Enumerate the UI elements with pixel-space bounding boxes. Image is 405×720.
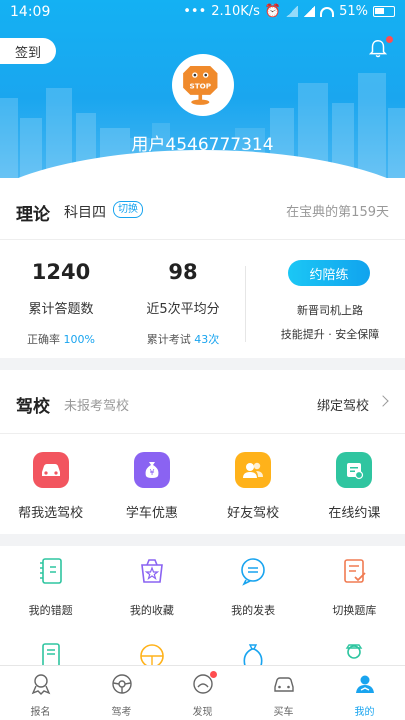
chat-icon bbox=[238, 556, 268, 586]
practice-tagline: 新晋司机上路 bbox=[297, 304, 363, 317]
svg-text:STOP: STOP bbox=[190, 82, 212, 91]
tool-favorites[interactable]: 我的收藏 bbox=[101, 556, 202, 618]
tools-card: 我的错题 我的收藏 我的发表 切换题库 bbox=[0, 546, 405, 669]
tab-label: 我的 bbox=[354, 707, 375, 718]
school-action-friends[interactable]: 好友驾校 bbox=[203, 452, 304, 521]
status-bar: 14:09 ••• 2.10K/s ⏰ 51% bbox=[0, 0, 405, 26]
money-bag-icon: ¥ bbox=[133, 452, 170, 488]
stat-sub: 正确率 100% bbox=[27, 333, 95, 346]
school-action-label: 在线约课 bbox=[328, 506, 381, 521]
tool-label: 我的发表 bbox=[231, 604, 276, 617]
stat-value: 98 bbox=[168, 260, 198, 284]
buy-car-icon bbox=[273, 677, 294, 692]
school-action-discount[interactable]: ¥ 学车优惠 bbox=[101, 452, 202, 521]
svg-text:¥: ¥ bbox=[149, 468, 154, 477]
alarm-icon: ⏰ bbox=[264, 4, 282, 19]
theory-card: 理论 科目四 切换 在宝典的第159天 1240 累计答题数 正确率 100% … bbox=[0, 178, 405, 358]
switch-subject-button[interactable]: 切换 bbox=[113, 201, 143, 218]
screen: 14:09 ••• 2.10K/s ⏰ 51% 签到 STOP 用户454677… bbox=[0, 0, 405, 720]
tools-row: 我的错题 我的收藏 我的发表 切换题库 bbox=[0, 556, 405, 618]
tab-buy-car[interactable]: 买车 bbox=[243, 666, 324, 720]
stat-total-answers[interactable]: 1240 累计答题数 正确率 100% bbox=[0, 260, 122, 347]
tool-my-posts[interactable]: 我的发表 bbox=[203, 556, 304, 618]
school-action-choose[interactable]: 帮我选驾校 bbox=[0, 452, 101, 521]
status-time: 14:09 bbox=[10, 4, 51, 20]
me-icon bbox=[355, 675, 374, 693]
tool-wrong-questions[interactable]: 我的错题 bbox=[0, 556, 101, 618]
signal-icon bbox=[286, 6, 299, 17]
signin-button[interactable]: 签到 bbox=[0, 38, 56, 64]
theory-subject: 科目四 bbox=[64, 205, 106, 221]
star-box-icon bbox=[137, 556, 167, 586]
school-subtitle: 未报考驾校 bbox=[64, 399, 130, 414]
tab-label: 发现 bbox=[192, 707, 213, 718]
stat-label: 累计答题数 bbox=[28, 302, 94, 317]
stop-sign-avatar-icon: STOP bbox=[175, 57, 226, 108]
tool-label: 我的收藏 bbox=[129, 604, 174, 617]
tab-signup[interactable]: 报名 bbox=[0, 666, 81, 720]
stat-label: 近5次平均分 bbox=[146, 302, 220, 317]
tab-label: 买车 bbox=[273, 707, 294, 718]
tool-label: 我的错题 bbox=[28, 604, 73, 617]
tab-me[interactable]: 我的 bbox=[324, 666, 405, 720]
battery-icon bbox=[373, 6, 395, 17]
school-header: 驾校 未报考驾校 绑定驾校 bbox=[0, 370, 405, 434]
signal-icon-2 bbox=[303, 6, 316, 17]
status-indicators: ••• 2.10K/s ⏰ 51% bbox=[183, 4, 395, 19]
tab-exam[interactable]: 驾考 bbox=[81, 666, 162, 720]
stat-sub: 累计考试 43次 bbox=[146, 333, 220, 346]
tool-switch-bank[interactable]: 切换题库 bbox=[304, 556, 405, 618]
driving-school-card: 驾校 未报考驾校 绑定驾校 帮我选驾校 ¥ 学车优惠 好友驾校 在线约课 bbox=[0, 370, 405, 534]
school-action-label: 好友驾校 bbox=[227, 506, 280, 521]
wrong-book-icon bbox=[36, 556, 66, 586]
practice-subtagline: 技能提升 · 安全保障 bbox=[280, 328, 380, 341]
theory-header: 理论 科目四 切换 在宝典的第159天 bbox=[0, 178, 405, 240]
theory-title: 理论 bbox=[16, 205, 50, 225]
discover-badge-dot bbox=[210, 671, 217, 678]
theory-days: 在宝典的第159天 bbox=[286, 205, 389, 220]
signup-icon bbox=[31, 674, 50, 695]
stat-value: 1240 bbox=[31, 260, 91, 284]
battery-percent: 51% bbox=[339, 4, 368, 19]
car-icon bbox=[32, 452, 69, 488]
practice-button[interactable]: 约陪练 bbox=[288, 260, 370, 286]
school-title: 驾校 bbox=[16, 397, 50, 417]
profile-header: 14:09 ••• 2.10K/s ⏰ 51% 签到 STOP 用户454677… bbox=[0, 0, 405, 178]
avatar[interactable]: STOP bbox=[172, 54, 234, 116]
stat-average-score[interactable]: 98 近5次平均分 累计考试 43次 bbox=[122, 260, 244, 347]
bottom-tab-bar: 报名 驾考 发现 买车 我的 bbox=[0, 665, 405, 720]
steering-wheel-icon bbox=[111, 674, 132, 694]
list-check-icon bbox=[339, 556, 369, 586]
more-dots-icon: ••• bbox=[183, 4, 207, 19]
notification-dot bbox=[386, 36, 393, 43]
tool-label: 切换题库 bbox=[332, 604, 377, 617]
tab-discover[interactable]: 发现 bbox=[162, 666, 243, 720]
school-action-label: 学车优惠 bbox=[125, 506, 178, 521]
school-action-label: 帮我选驾校 bbox=[18, 506, 84, 521]
chevron-right-icon[interactable] bbox=[377, 395, 389, 407]
network-speed: 2.10K/s bbox=[211, 4, 260, 19]
bind-school-link[interactable]: 绑定驾校 bbox=[317, 395, 369, 414]
school-actions: 帮我选驾校 ¥ 学车优惠 好友驾校 在线约课 bbox=[0, 452, 405, 521]
tab-label: 驾考 bbox=[111, 707, 132, 718]
vertical-divider bbox=[245, 266, 246, 342]
school-action-booking[interactable]: 在线约课 bbox=[304, 452, 405, 521]
calendar-icon bbox=[336, 452, 373, 488]
tab-label: 报名 bbox=[30, 707, 51, 718]
friends-icon bbox=[235, 452, 272, 488]
wifi-icon bbox=[320, 6, 335, 17]
